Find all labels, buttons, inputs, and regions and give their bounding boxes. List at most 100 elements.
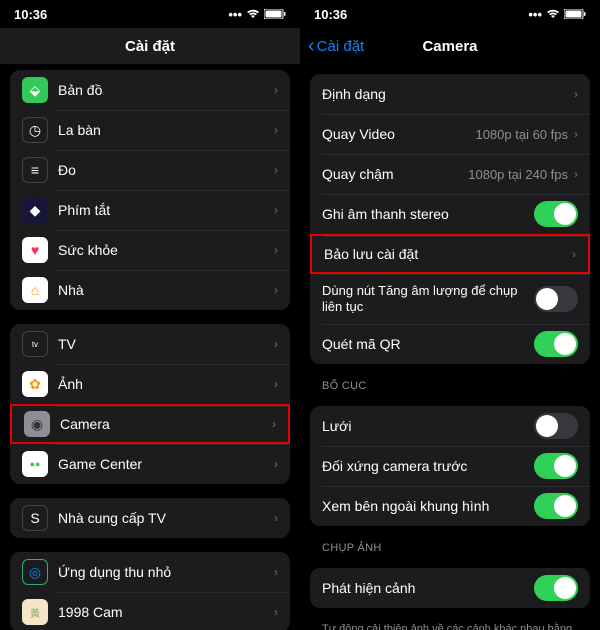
settings-row[interactable]: ◉Camera› (10, 404, 290, 444)
settings-row[interactable]: ⌂Nhà› (10, 270, 290, 310)
settings-row[interactable]: ◷La bàn› (10, 110, 290, 150)
page-title: Cài đặt (125, 38, 175, 55)
settings-group: Phát hiện cảnh (310, 568, 590, 608)
status-bar: 10:36 ••• (300, 0, 600, 28)
row-label: Nhà cung cấp TV (58, 510, 274, 526)
chevron-right-icon: › (274, 605, 278, 619)
chevron-right-icon: › (274, 203, 278, 217)
signal-icon: ••• (228, 7, 242, 22)
settings-group: S Nhà cung cấp TV› (10, 498, 290, 538)
chevron-right-icon: › (274, 457, 278, 471)
chevron-right-icon: › (274, 565, 278, 579)
row-label: Ứng dụng thu nhỏ (58, 564, 274, 580)
row-label: Đối xứng camera trước (322, 458, 534, 474)
scene-detect-row[interactable]: Phát hiện cảnh (310, 568, 590, 608)
clock: 10:36 (14, 7, 47, 22)
settings-screen: 10:36 ••• Cài đặt ⬙Bản đồ›◷La bàn›≡Đo›◆P… (0, 0, 300, 630)
settings-row[interactable]: ≡ Đo› (10, 150, 290, 190)
row-label: Đo (58, 162, 274, 178)
row-label: Quay Video (322, 126, 475, 142)
back-button[interactable]: ‹ Cài đặt (308, 36, 364, 56)
photos-icon: ✿ (22, 371, 48, 397)
mirror-row[interactable]: Đối xứng camera trước (310, 446, 590, 486)
chevron-right-icon: › (572, 247, 576, 261)
gamecenter-icon: ●● (22, 451, 48, 477)
settings-group: Lưới Đối xứng camera trước Xem bên ngoài k… (310, 406, 590, 526)
chevron-right-icon: › (272, 417, 276, 431)
clock: 10:36 (314, 7, 347, 22)
status-bar: 10:36 ••• (0, 0, 300, 28)
chevron-right-icon: › (274, 377, 278, 391)
chevron-right-icon: › (274, 511, 278, 525)
back-label: Cài đặt (317, 38, 365, 55)
section-header: BỐ CỤC (322, 380, 578, 392)
shortcuts-icon: ◆ (22, 197, 48, 223)
settings-list[interactable]: ⬙Bản đồ›◷La bàn›≡Đo›◆Phím tắt›♥Sức khỏe›… (0, 64, 300, 630)
row-label: Ghi âm thanh stereo (322, 206, 534, 222)
settings-row[interactable]: tvTV› (10, 324, 290, 364)
health-icon: ♥ (22, 237, 48, 263)
settings-row[interactable]: ♥Sức khỏe› (10, 230, 290, 270)
toggle-switch[interactable] (534, 493, 578, 519)
home-icon: ⌂ (22, 277, 48, 303)
outside-frame-row[interactable]: Xem bên ngoài khung hình (310, 486, 590, 526)
toggle-switch[interactable] (534, 201, 578, 227)
toggle-switch[interactable] (534, 331, 578, 357)
chevron-right-icon: › (574, 127, 578, 141)
settings-row[interactable]: ✿ Ảnh› (10, 364, 290, 404)
wifi-icon (246, 7, 260, 22)
toggle-switch[interactable] (534, 286, 578, 312)
row-detail: 1080p tại 60 fps (475, 127, 568, 142)
preserve-row[interactable]: Bảo lưu cài đặt› (310, 234, 590, 274)
settings-row[interactable]: ◎Ứng dụng thu nhỏ› (10, 552, 290, 592)
battery-icon (564, 7, 586, 22)
toggle-switch[interactable] (534, 575, 578, 601)
formats-row[interactable]: Định dạng› (310, 74, 590, 114)
volume-burst-row[interactable]: Dùng nút Tăng âm lượng để chụp liên tục (310, 274, 590, 324)
qr-row[interactable]: Quét mã QR (310, 324, 590, 364)
measure-icon: ≡ (22, 157, 48, 183)
settings-row[interactable]: S Nhà cung cấp TV› (10, 498, 290, 538)
row-label: Bản đồ (58, 82, 274, 98)
settings-row[interactable]: ●●Game Center› (10, 444, 290, 484)
maps-icon: ⬙ (22, 77, 48, 103)
toggle-switch[interactable] (534, 453, 578, 479)
settings-group: tvTV›✿Ảnh›◉Camera›●●Game Center› (10, 324, 290, 484)
chevron-right-icon: › (274, 163, 278, 177)
record-video-row[interactable]: Quay Video1080p tại 60 fps › (310, 114, 590, 154)
status-icons: ••• (228, 7, 286, 22)
row-label: Xem bên ngoài khung hình (322, 498, 534, 514)
toggle-switch[interactable] (534, 413, 578, 439)
camera-settings-list[interactable]: Định dạng›Quay Video1080p tại 60 fps›Qua… (300, 64, 600, 630)
record-slomo-row[interactable]: Quay chậm1080p tại 240 fps› (310, 154, 590, 194)
row-label: La bàn (58, 122, 274, 138)
row-label: Bảo lưu cài đặt (324, 246, 572, 262)
tvprovider-icon: S (22, 505, 48, 531)
row-label: Phát hiện cảnh (322, 580, 534, 596)
signal-icon: ••• (528, 7, 542, 22)
chevron-right-icon: › (574, 167, 578, 181)
chevron-right-icon: › (274, 283, 278, 297)
chevron-left-icon: ‹ (308, 36, 315, 56)
battery-icon (264, 7, 286, 22)
row-label: TV (58, 336, 274, 352)
section-header: CHỤP ẢNH (322, 542, 578, 554)
camera-settings-screen: 10:36 ••• ‹ Cài đặt Camera Định dạng›Qua… (300, 0, 600, 630)
settings-row[interactable]: ◆Phím tắt› (10, 190, 290, 230)
grid-row[interactable]: Lưới (310, 406, 590, 446)
settings-row[interactable]: 黃1998 Cam› (10, 592, 290, 630)
status-icons: ••• (528, 7, 586, 22)
settings-row[interactable]: ⬙Bản đồ› (10, 70, 290, 110)
page-title: Camera (422, 38, 477, 55)
1998cam-icon: 黃 (22, 599, 48, 625)
nav-bar: ‹ Cài đặt Camera (300, 28, 600, 64)
chevron-right-icon: › (274, 123, 278, 137)
stereo-row[interactable]: Ghi âm thanh stereo (310, 194, 590, 234)
row-label: Định dạng (322, 86, 574, 102)
section-footer: Tự động cải thiện ảnh về các cảnh khác n… (322, 622, 578, 630)
row-label: Sức khỏe (58, 242, 274, 258)
row-label: Quét mã QR (322, 336, 534, 352)
chevron-right-icon: › (274, 337, 278, 351)
row-label: Ảnh (58, 376, 274, 392)
row-label: Quay chậm (322, 166, 468, 182)
